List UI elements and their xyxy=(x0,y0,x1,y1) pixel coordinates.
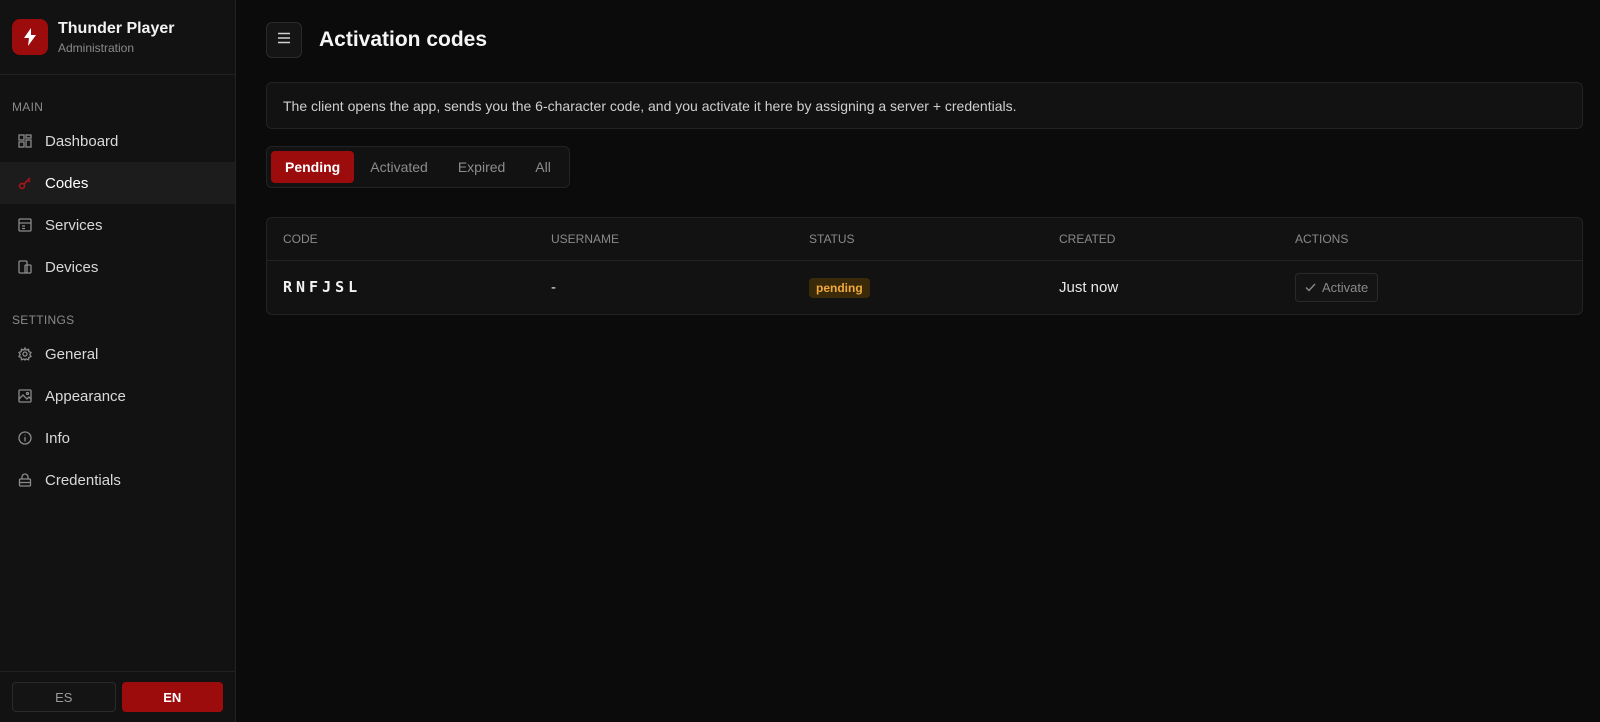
codes-table: CODE USERNAME STATUS CREATED ACTIONS RNF… xyxy=(266,217,1583,315)
status-tabs: Pending Activated Expired All xyxy=(266,146,570,188)
sidebar-item-label: Info xyxy=(45,429,71,447)
services-icon xyxy=(17,217,33,233)
sidebar-item-label: Devices xyxy=(45,258,99,276)
brand-title: Thunder Player xyxy=(58,20,175,37)
column-header-code: CODE xyxy=(283,232,318,246)
page-header: Activation codes xyxy=(266,22,1583,58)
sidebar-item-label: Services xyxy=(45,216,103,234)
language-switcher: ES EN xyxy=(0,671,235,722)
sidebar-item-codes[interactable]: Codes xyxy=(0,162,235,204)
app-root: Thunder Player Administration MAIN Dashb… xyxy=(0,0,1600,722)
menu-toggle-button[interactable] xyxy=(266,22,302,58)
sidebar-item-info[interactable]: Info xyxy=(0,417,235,459)
status-badge: pending xyxy=(809,277,870,298)
main-content: Activation codes The client opens the ap… xyxy=(236,0,1600,722)
tab-all[interactable]: All xyxy=(521,151,565,183)
activate-button-label: Activate xyxy=(1322,280,1369,295)
menu-icon xyxy=(277,31,291,49)
sidebar-item-label: Dashboard xyxy=(45,132,119,150)
activate-button[interactable]: Activate xyxy=(1295,273,1379,302)
check-icon xyxy=(1305,283,1316,292)
info-banner-text: The client opens the app, sends you the … xyxy=(283,97,1017,114)
tab-pending[interactable]: Pending xyxy=(271,151,355,183)
page-title: Activation codes xyxy=(319,28,488,51)
section-label-main: MAIN xyxy=(12,100,44,114)
sidebar-item-dashboard[interactable]: Dashboard xyxy=(0,120,235,162)
lock-icon xyxy=(17,472,33,488)
sidebar-item-label: General xyxy=(45,345,99,363)
bolt-icon xyxy=(12,19,48,55)
column-header-status: STATUS xyxy=(809,232,855,246)
tab-expired[interactable]: Expired xyxy=(444,151,519,183)
created-cell: Just now xyxy=(1059,279,1119,296)
info-icon xyxy=(17,430,33,446)
sidebar-item-label: Codes xyxy=(45,174,89,192)
sidebar-item-devices[interactable]: Devices xyxy=(0,246,235,288)
image-icon xyxy=(17,388,33,404)
sidebar-item-services[interactable]: Services xyxy=(0,204,235,246)
sidebar: Thunder Player Administration MAIN Dashb… xyxy=(0,0,236,722)
table-header: CODE USERNAME STATUS CREATED ACTIONS xyxy=(267,218,1582,261)
column-header-created: CREATED xyxy=(1059,232,1116,246)
tab-activated[interactable]: Activated xyxy=(356,151,442,183)
nav-main: Dashboard Codes Services Devices xyxy=(0,120,235,288)
language-button-en[interactable]: EN xyxy=(121,682,223,712)
sidebar-item-general[interactable]: General xyxy=(0,333,235,375)
info-banner: The client opens the app, sends you the … xyxy=(266,82,1583,129)
brand: Thunder Player Administration xyxy=(0,0,235,75)
column-header-actions: ACTIONS xyxy=(1295,232,1349,246)
username-cell: - xyxy=(551,279,556,296)
nav-settings: General Appearance Info Credentials xyxy=(0,333,235,501)
brand-subtitle: Administration xyxy=(58,41,135,55)
activation-code: RNFJSL xyxy=(283,278,362,296)
table-row: RNFJSL - pending Just now Activate xyxy=(267,261,1582,314)
sidebar-item-label: Credentials xyxy=(45,471,121,489)
language-button-es[interactable]: ES xyxy=(12,682,116,712)
sidebar-item-credentials[interactable]: Credentials xyxy=(0,459,235,501)
column-header-username: USERNAME xyxy=(551,232,620,246)
devices-icon xyxy=(17,259,33,275)
key-icon xyxy=(17,175,33,191)
gear-icon xyxy=(17,346,33,362)
sidebar-item-appearance[interactable]: Appearance xyxy=(0,375,235,417)
sidebar-item-label: Appearance xyxy=(45,387,126,405)
dashboard-icon xyxy=(17,133,33,149)
section-label-settings: SETTINGS xyxy=(12,313,75,327)
